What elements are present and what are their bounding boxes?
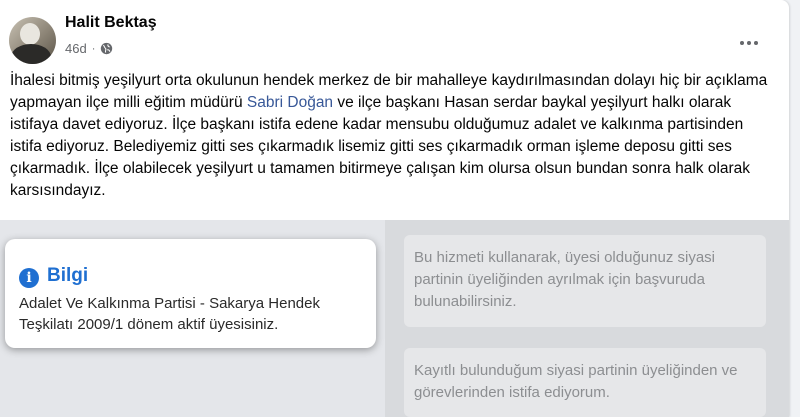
meta-separator: · <box>91 42 96 55</box>
more-dot <box>747 41 751 45</box>
post-meta: 46d · <box>65 41 113 56</box>
more-dot <box>740 41 744 45</box>
more-dot <box>754 41 758 45</box>
avatar-head <box>20 23 40 45</box>
avatar-body <box>11 44 51 64</box>
post-text: İhalesi bitmiş yeşilyurt orta okulunun h… <box>10 70 776 202</box>
info-icon: i <box>19 268 39 288</box>
info-title: Bilgi <box>47 265 89 286</box>
author-name[interactable]: Halit Bektaş <box>65 14 157 32</box>
post-image[interactable]: Bu hizmeti kullanarak, üyesi olduğunuz s… <box>0 220 789 417</box>
mention-link[interactable]: Sabri Doğan <box>247 94 333 111</box>
post-header: Halit Bektaş 46d · <box>0 0 789 70</box>
post-card: Halit Bektaş 46d · İhalesi bitmiş yeşily… <box>0 0 789 417</box>
notice-text-1: Bu hizmeti kullanarak, üyesi olduğunuz s… <box>414 249 715 310</box>
author-avatar[interactable] <box>9 17 56 64</box>
post-timestamp[interactable]: 46d <box>65 41 87 56</box>
globe-icon[interactable] <box>100 42 113 55</box>
notice-text-2: Kayıtlı bulunduğum siyasi partinin üyeli… <box>414 362 738 401</box>
info-card: i Bilgi Adalet Ve Kalkınma Partisi - Sak… <box>5 239 376 348</box>
info-text: Adalet Ve Kalkınma Partisi - Sakarya Hen… <box>19 295 320 333</box>
more-options-button[interactable] <box>731 25 767 61</box>
